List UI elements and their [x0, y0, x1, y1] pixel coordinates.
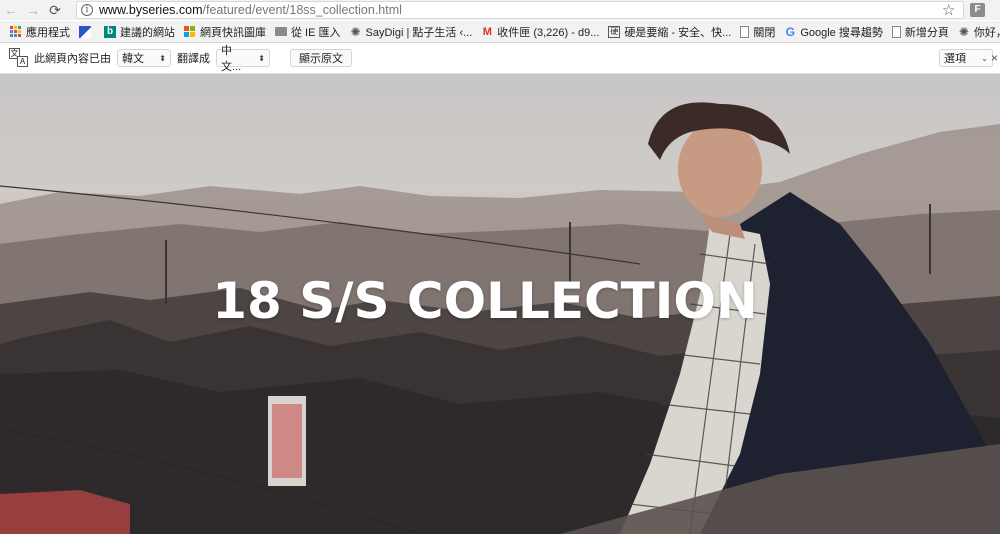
bookmark-flag[interactable] [79, 22, 95, 42]
bookmark-star-icon[interactable]: ☆ [942, 1, 955, 19]
microsoft-icon [184, 25, 196, 38]
google-icon: G [785, 24, 795, 39]
options-select[interactable]: 選項 ⌄ [939, 49, 993, 67]
back-button[interactable]: ← [0, 0, 22, 20]
extension-icon[interactable]: F [970, 3, 985, 17]
bookmark-label: 收件匣 (3,226) - d9... [497, 26, 600, 39]
options-label: 選項 [944, 53, 966, 65]
translate-icon[interactable]: 文A [8, 47, 30, 69]
translate-prefix: 此網頁內容已由 [34, 53, 111, 65]
translate-bar: 文A 此網頁內容已由 韓文 ⬍ 翻譯成 中文... ⬍ 顯示原文 選項 ⌄ × [0, 43, 1000, 74]
gmail-icon: M [482, 25, 492, 38]
hero-title: 18 S/S COLLECTION [212, 272, 758, 330]
bookmark-new-tab[interactable]: 新增分頁 [891, 22, 949, 42]
bookmark-folder-ie[interactable]: 從 IE 匯入 [275, 22, 341, 42]
close-icon[interactable]: × [991, 51, 998, 65]
bookmark-label: 從 IE 匯入 [291, 26, 341, 39]
target-language-value: 中文... [221, 45, 242, 73]
url-host: www.byseries.com [99, 3, 203, 17]
bookmark-hello[interactable]: ✺ 你好，Daphne [958, 22, 1000, 42]
sun-icon: ✺ [350, 24, 361, 39]
bookmark-web-slice-gallery[interactable]: 網頁快訊圖庫 [184, 22, 266, 42]
source-language-select[interactable]: 韓文 ⬍ [117, 49, 171, 67]
sun-icon: ✺ [958, 24, 969, 39]
bookmark-label: 應用程式 [26, 26, 70, 39]
up-down-arrow-icon: ⬍ [159, 53, 166, 63]
translate-middle: 翻譯成 [177, 53, 210, 65]
bookmark-label: 硬是要縮 - 安全、快... [624, 26, 732, 39]
bookmark-label: 網頁快訊圖庫 [200, 26, 266, 39]
info-icon[interactable]: i [81, 4, 93, 16]
bookmark-label: 你好，Daphne [973, 26, 1000, 39]
bookmark-label: 關閉 [753, 26, 776, 39]
bing-icon: b [104, 25, 116, 38]
bookmark-saydigi[interactable]: ✺ SayDigi | 點子生活 ‹... [350, 22, 473, 42]
apps-icon [10, 25, 22, 38]
bookmarks-bar: 應用程式 b 建議的網站 網頁快訊圖庫 從 IE 匯入 ✺ SayDigi | … [0, 21, 1000, 43]
document-icon [740, 25, 750, 38]
show-original-button[interactable]: 顯示原文 [290, 49, 352, 67]
bookmark-label: SayDigi | 點子生活 ‹... [365, 26, 473, 39]
bookmark-close[interactable]: 關閉 [740, 22, 775, 42]
bookmark-google-trends[interactable]: G Google 搜尋趨勢 [784, 22, 883, 42]
bookmark-suggested-sites[interactable]: b 建議的網站 [104, 22, 175, 42]
bookmark-hard[interactable]: 硬 硬是要縮 - 安全、快... [608, 22, 731, 42]
hard-icon: 硬 [608, 25, 621, 38]
bookmark-apps[interactable]: 應用程式 [10, 22, 70, 42]
bookmark-label: Google 搜尋趨勢 [800, 26, 883, 39]
url-field[interactable]: i www.byseries.com/featured/event/18ss_c… [76, 1, 964, 19]
chevron-down-icon: ⌄ [981, 53, 988, 63]
forward-button[interactable]: → [22, 0, 44, 20]
bookmark-gmail[interactable]: M 收件匣 (3,226) - d9... [481, 22, 600, 42]
blue-flag-icon [79, 25, 91, 38]
up-down-arrow-icon: ⬍ [258, 53, 265, 63]
url-path: /featured/event/18ss_collection.html [202, 3, 402, 17]
document-icon [891, 25, 901, 38]
bookmark-label: 建議的網站 [120, 26, 175, 39]
source-language-value: 韓文 [122, 53, 144, 65]
hero-banner: 18 S/S COLLECTION [0, 74, 1000, 534]
target-language-select[interactable]: 中文... ⬍ [216, 45, 270, 73]
address-bar-row: ← → ⟳ i www.byseries.com/featured/event/… [0, 0, 1000, 20]
reload-button[interactable]: ⟳ [44, 0, 66, 20]
folder-icon [275, 27, 287, 36]
bookmark-label: 新增分頁 [904, 26, 949, 39]
